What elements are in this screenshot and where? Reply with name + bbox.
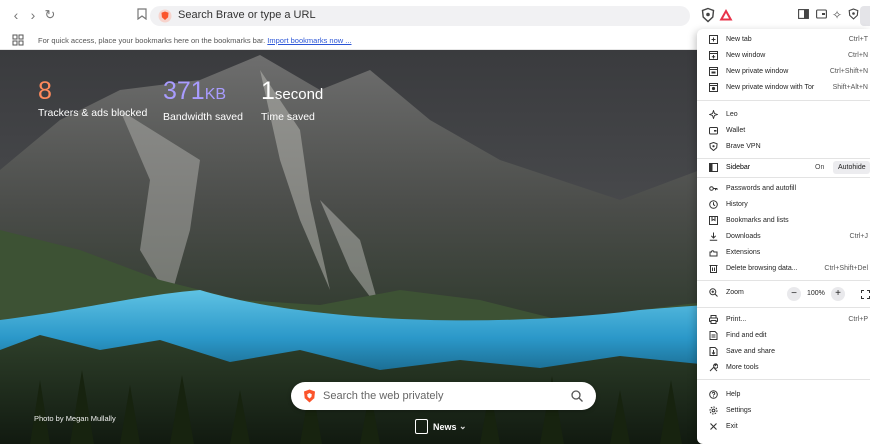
url-placeholder: Search Brave or type a URL: [178, 9, 316, 21]
help-icon: [709, 390, 718, 399]
history-icon: [709, 200, 718, 209]
zoom-in-button[interactable]: +: [831, 287, 845, 301]
leo-toolbar-icon[interactable]: ✧: [830, 8, 844, 22]
reload-icon[interactable]: ↻: [42, 7, 58, 23]
stat-bandwidth-label: Bandwidth saved: [163, 111, 243, 123]
sidebar-option-autohide[interactable]: Autohide: [833, 161, 870, 174]
extensions-icon: [709, 250, 718, 257]
menu-item-more-tools[interactable]: More tools: [697, 360, 870, 375]
menu-item-help[interactable]: Help: [697, 387, 870, 402]
leo-icon: [709, 110, 718, 119]
download-icon: [709, 232, 718, 241]
zoom-icon: [709, 288, 718, 297]
stat-time: 1second Time saved: [261, 78, 323, 123]
sidebar-icon: [709, 163, 718, 172]
new-tab-icon: [709, 35, 718, 44]
menu-item-leo[interactable]: Leo: [697, 107, 870, 122]
sidebar-toggle-icon[interactable]: [796, 8, 810, 22]
menu-item-new-private-window[interactable]: New private window Ctrl+Shift+N: [697, 64, 870, 79]
menu-divider: [697, 158, 870, 159]
key-icon: [709, 186, 718, 191]
vpn-icon: [709, 142, 718, 151]
close-icon: [710, 423, 717, 430]
back-icon[interactable]: ‹: [8, 7, 24, 23]
trash-icon: [709, 265, 718, 273]
gear-icon: [709, 406, 718, 415]
tools-icon: [709, 363, 718, 372]
menu-item-sidebar: Sidebar On Autohide: [697, 160, 870, 175]
stat-time-unit: second: [274, 86, 324, 103]
tor-window-icon: [709, 83, 718, 92]
stat-bandwidth-value: 371: [163, 77, 205, 105]
zoom-level: 100%: [807, 290, 825, 297]
menu-item-exit[interactable]: Exit: [697, 419, 870, 434]
zoom-out-button[interactable]: −: [787, 287, 801, 301]
menu-divider: [697, 280, 870, 281]
sidebar-option-on[interactable]: On: [815, 164, 824, 171]
forward-icon[interactable]: ›: [25, 7, 41, 23]
stat-trackers-label: Trackers & ads blocked: [38, 107, 148, 119]
menu-item-extensions[interactable]: Extensions: [697, 245, 870, 260]
apps-grid-icon[interactable]: [12, 34, 24, 46]
address-bar[interactable]: Search Brave or type a URL: [150, 6, 690, 26]
menu-divider: [697, 177, 870, 178]
private-window-icon: [709, 67, 718, 76]
import-bookmarks-link[interactable]: Import bookmarks now ...: [267, 36, 351, 45]
print-icon: [709, 315, 718, 324]
menu-item-new-private-window-tor[interactable]: New private window with Tor Shift+Alt+N: [697, 80, 870, 95]
stat-time-label: Time saved: [261, 111, 315, 123]
vpn-toolbar-icon[interactable]: [846, 8, 860, 22]
menu-item-history[interactable]: History: [697, 197, 870, 212]
main-menu-button[interactable]: [860, 6, 870, 26]
new-window-icon: [709, 51, 718, 60]
stat-trackers: 8 Trackers & ads blocked: [38, 78, 147, 119]
brave-lion-icon: [304, 389, 315, 403]
browser-toolbar: ‹ › ↻ Search Brave or type a URL ✧: [0, 0, 870, 32]
stat-trackers-value: 8: [38, 77, 52, 105]
brave-rewards-icon[interactable]: [718, 7, 734, 23]
stat-bandwidth-unit: KB: [204, 86, 227, 103]
menu-item-passwords[interactable]: Passwords and autofill: [697, 181, 870, 196]
menu-item-brave-vpn[interactable]: Brave VPN: [697, 139, 870, 154]
news-icon: [415, 419, 428, 434]
chevron-down-icon: ⌄: [459, 421, 467, 431]
brave-shields-icon[interactable]: [700, 7, 716, 23]
find-icon: [709, 331, 718, 340]
news-label: News: [433, 422, 457, 432]
search-placeholder: Search the web privately: [323, 390, 444, 402]
photo-credit[interactable]: Photo by Megan Mullally: [34, 414, 116, 423]
bookmark-icon[interactable]: [134, 7, 150, 23]
sidebar-label: Sidebar: [726, 164, 751, 171]
menu-item-wallet[interactable]: Wallet: [697, 123, 870, 138]
menu-item-settings[interactable]: Settings: [697, 403, 870, 418]
menu-item-print[interactable]: Print... Ctrl+P: [697, 312, 870, 327]
menu-divider: [697, 379, 870, 380]
search-box[interactable]: Search the web privately: [291, 382, 596, 410]
save-icon: [709, 347, 718, 356]
menu-item-new-window[interactable]: New window Ctrl+N: [697, 48, 870, 63]
bookmarks-bar-message: For quick access, place your bookmarks h…: [38, 36, 352, 45]
fullscreen-icon[interactable]: [861, 290, 870, 299]
wallet-icon: [709, 127, 718, 135]
stat-time-value: 1: [261, 77, 275, 105]
menu-item-downloads[interactable]: Downloads Ctrl+J: [697, 229, 870, 244]
menu-item-bookmarks[interactable]: Bookmarks and lists: [697, 213, 870, 228]
menu-item-delete-browsing-data[interactable]: Delete browsing data... Ctrl+Shift+Del: [697, 261, 870, 276]
menu-divider: [697, 100, 870, 101]
menu-item-save-and-share[interactable]: Save and share: [697, 344, 870, 359]
app-menu: New tab Ctrl+T New window Ctrl+N New priva…: [697, 29, 870, 444]
stat-bandwidth: 371KB Bandwidth saved: [163, 78, 243, 123]
menu-item-find-and-edit[interactable]: Find and edit: [697, 328, 870, 343]
menu-divider: [697, 307, 870, 308]
brave-shield-icon[interactable]: [158, 9, 172, 23]
menu-item-new-tab[interactable]: New tab Ctrl+T: [697, 32, 870, 47]
wallet-toolbar-icon[interactable]: [814, 8, 828, 22]
bookmarks-icon: [709, 216, 718, 225]
search-icon[interactable]: [570, 389, 584, 403]
